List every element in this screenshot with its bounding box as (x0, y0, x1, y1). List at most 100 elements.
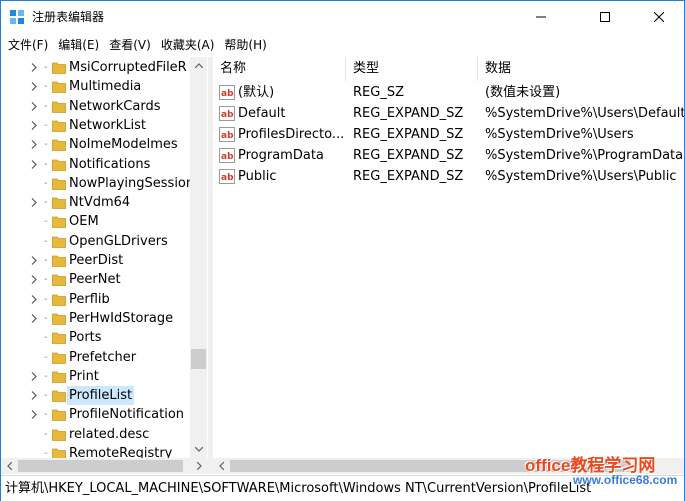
tree-connector-icon: - (44, 428, 48, 440)
tree-item-label: Prefetcher (69, 349, 137, 365)
tree-connector-icon: - (44, 62, 48, 73)
tree-item[interactable]: - Notifications (1, 155, 191, 174)
window-title: 注册表编辑器 (32, 10, 105, 24)
scroll-left-button[interactable] (1, 458, 18, 474)
menu-help[interactable]: 帮助(H) (219, 35, 271, 55)
close-icon (654, 11, 664, 22)
folder-icon (52, 274, 66, 287)
tree-item[interactable]: - OpenGLDrivers (1, 232, 191, 251)
value-data: %SystemDrive%\Users\Default (485, 106, 684, 121)
maximize-icon (600, 11, 610, 22)
tree-hscroll-thumb[interactable] (18, 460, 183, 472)
menu-favorites[interactable]: 收藏夹(A) (156, 35, 220, 55)
tree-item[interactable]: - OEM (1, 212, 191, 231)
list-item[interactable]: ab Default REG_EXPAND_SZ %SystemDrive%\User… (213, 103, 684, 124)
tree-item[interactable]: - NetworkList (1, 116, 191, 135)
chevron-up-icon (194, 63, 203, 68)
expand-arrow-icon[interactable] (31, 195, 41, 209)
maximize-button[interactable] (582, 1, 628, 32)
tree-item[interactable]: - Ports (1, 328, 191, 347)
tree-item-label: Multimedia (69, 79, 142, 95)
folder-icon (52, 409, 66, 422)
close-button[interactable] (636, 1, 682, 32)
tree-connector-icon: - (44, 448, 48, 458)
tree-item[interactable]: - PerHwIdStorage (1, 309, 191, 328)
expand-arrow-icon[interactable] (31, 253, 41, 267)
string-value-icon: ab (219, 148, 235, 163)
tree-item[interactable]: - Prefetcher (1, 348, 191, 367)
menu-file[interactable]: 文件(F) (3, 35, 53, 55)
expand-arrow-icon[interactable] (31, 118, 41, 132)
folder-icon (52, 448, 66, 458)
tree-item[interactable]: - MsiCorruptedFileR (1, 58, 191, 77)
column-header-data[interactable]: 数据 (478, 57, 684, 81)
tree-connector-icon: - (44, 139, 48, 151)
expand-arrow-icon[interactable] (31, 388, 41, 402)
scroll-right-button[interactable] (191, 458, 208, 474)
expand-arrow-icon[interactable] (31, 292, 41, 306)
list-header: 名称 类型 数据 (213, 57, 684, 81)
value-data: %SystemDrive%\ProgramData (485, 148, 684, 163)
list-item[interactable]: ab Public REG_EXPAND_SZ %SystemDrive%\Users… (213, 166, 684, 187)
title-bar[interactable]: 注册表编辑器 (1, 1, 684, 33)
menu-view[interactable]: 查看(V) (104, 35, 156, 55)
expand-arrow-icon[interactable] (31, 407, 41, 421)
column-header-name[interactable]: 名称 (213, 57, 346, 81)
menu-edit[interactable]: 编辑(E) (53, 35, 104, 55)
tree-connector-icon: - (44, 81, 48, 93)
expand-arrow-icon[interactable] (31, 311, 41, 325)
registry-editor-window: 注册表编辑器 文件(F) 编辑(E) 查看(V) 收藏夹(A) 帮助(H) - M… (0, 0, 685, 501)
expand-arrow-icon[interactable] (31, 79, 41, 93)
tree-item-label: MsiCorruptedFileR (69, 60, 187, 75)
expand-arrow-icon[interactable] (31, 137, 41, 151)
tree-item[interactable]: - Print (1, 367, 191, 386)
scroll-left-button[interactable] (213, 458, 230, 474)
folder-icon (52, 255, 66, 267)
folder-icon (52, 236, 66, 248)
value-type: REG_SZ (353, 85, 404, 100)
list-item[interactable]: ab ProgramData REG_EXPAND_SZ %SystemDrive%\… (213, 145, 684, 166)
tree-item[interactable]: - NowPlayingSession (1, 174, 194, 193)
scroll-up-button[interactable] (190, 57, 207, 74)
tree-item[interactable]: - Multimedia (1, 77, 191, 96)
registry-key-tree[interactable]: - MsiCorruptedFileR - Multimedia - NetworkCar… (1, 57, 209, 458)
tree-vertical-scrollbar[interactable] (190, 57, 207, 458)
column-header-type[interactable]: 类型 (346, 57, 478, 81)
value-name: (默认) (238, 85, 275, 100)
tree-item[interactable]: - NoImeModelmes (1, 135, 191, 154)
scroll-down-button[interactable] (190, 441, 207, 458)
expand-arrow-icon[interactable] (31, 157, 41, 171)
tree-item-label: Notifications (69, 156, 151, 172)
expand-arrow-icon[interactable] (31, 60, 41, 74)
tree-item[interactable]: - Perflib (1, 290, 191, 309)
list-item[interactable]: ab ProfilesDirecto... REG_EXPAND_SZ %System… (213, 124, 684, 145)
list-item[interactable]: ab (默认) REG_SZ (数值未设置) (213, 82, 684, 103)
chevron-down-icon (194, 447, 203, 452)
expand-arrow-icon[interactable] (31, 272, 41, 286)
tree-item-label: NtVdm64 (69, 195, 131, 211)
tree-scroll-thumb[interactable] (191, 349, 206, 369)
value-name: ProfilesDirecto... (238, 127, 345, 142)
tree-item-label: PeerDist (69, 253, 124, 268)
tree-item[interactable]: - ProfileList (1, 386, 191, 406)
registry-values-list[interactable]: 名称 类型 数据 ab (默认) REG_SZ (数值未设置) ab Default REG… (213, 57, 684, 458)
tree-item[interactable]: - PeerDist (1, 251, 191, 270)
expand-arrow-icon[interactable] (31, 99, 41, 113)
tree-item[interactable]: - PeerNet (1, 270, 191, 289)
tree-item-label: ProfileNotification (69, 407, 185, 423)
menu-bar: 文件(F) 编辑(E) 查看(V) 收藏夹(A) 帮助(H) (1, 34, 684, 56)
tree-item-label: RemoteRegistry (69, 446, 173, 458)
tree-item[interactable]: - RemoteRegistry (1, 444, 191, 458)
tree-item-label: PeerNet (69, 272, 121, 288)
folder-icon (52, 139, 66, 152)
tree-horizontal-scrollbar[interactable] (1, 458, 208, 474)
watermark-url: www.office68.com (573, 473, 678, 487)
value-data: %SystemDrive%\Users (485, 127, 634, 142)
value-name: ProgramData (238, 148, 324, 163)
tree-item[interactable]: - NetworkCards (1, 97, 191, 116)
expand-arrow-icon[interactable] (31, 369, 41, 383)
tree-item[interactable]: - related.desc (1, 425, 191, 444)
tree-item[interactable]: - ProfileNotification (1, 405, 191, 424)
minimize-button[interactable] (518, 1, 564, 32)
tree-item[interactable]: - NtVdm64 (1, 193, 191, 212)
